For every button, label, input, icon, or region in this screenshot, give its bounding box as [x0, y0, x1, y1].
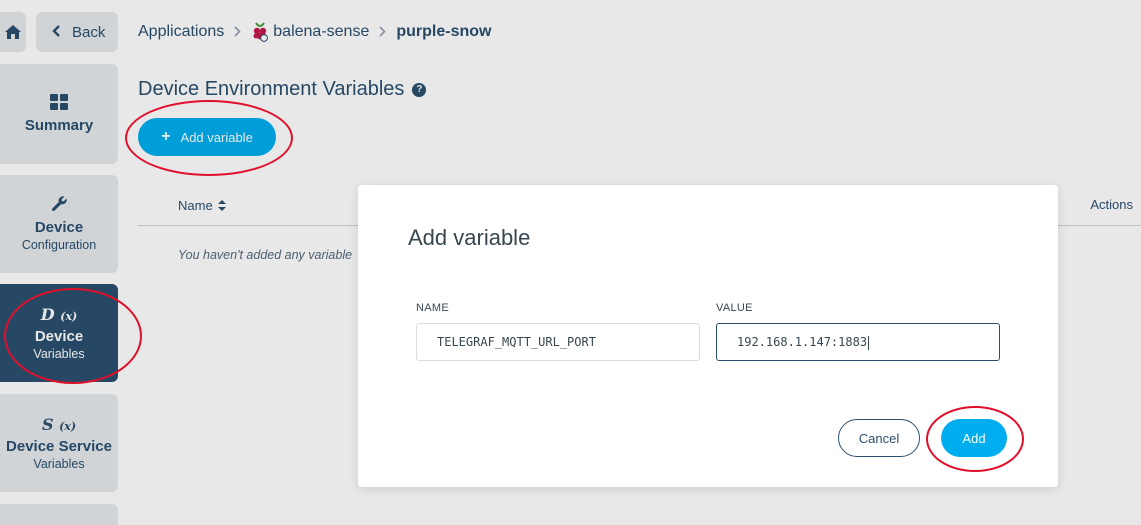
add-button[interactable]: Add — [941, 419, 1007, 457]
name-input[interactable]: TELEGRAF_MQTT_URL_PORT — [416, 323, 700, 361]
text-caret — [868, 335, 870, 350]
cancel-button[interactable]: Cancel — [838, 419, 920, 457]
name-input-value: TELEGRAF_MQTT_URL_PORT — [437, 335, 596, 349]
dialog-title: Add variable — [408, 225, 531, 250]
name-label: NAME — [416, 302, 449, 314]
value-label: VALUE — [716, 302, 753, 314]
value-input-value: 192.168.1.147:1883 — [737, 335, 868, 349]
add-variable-dialog: Add variable NAME TELEGRAF_MQTT_URL_PORT… — [358, 185, 1058, 487]
value-input[interactable]: 192.168.1.147:1883 — [716, 323, 1000, 361]
